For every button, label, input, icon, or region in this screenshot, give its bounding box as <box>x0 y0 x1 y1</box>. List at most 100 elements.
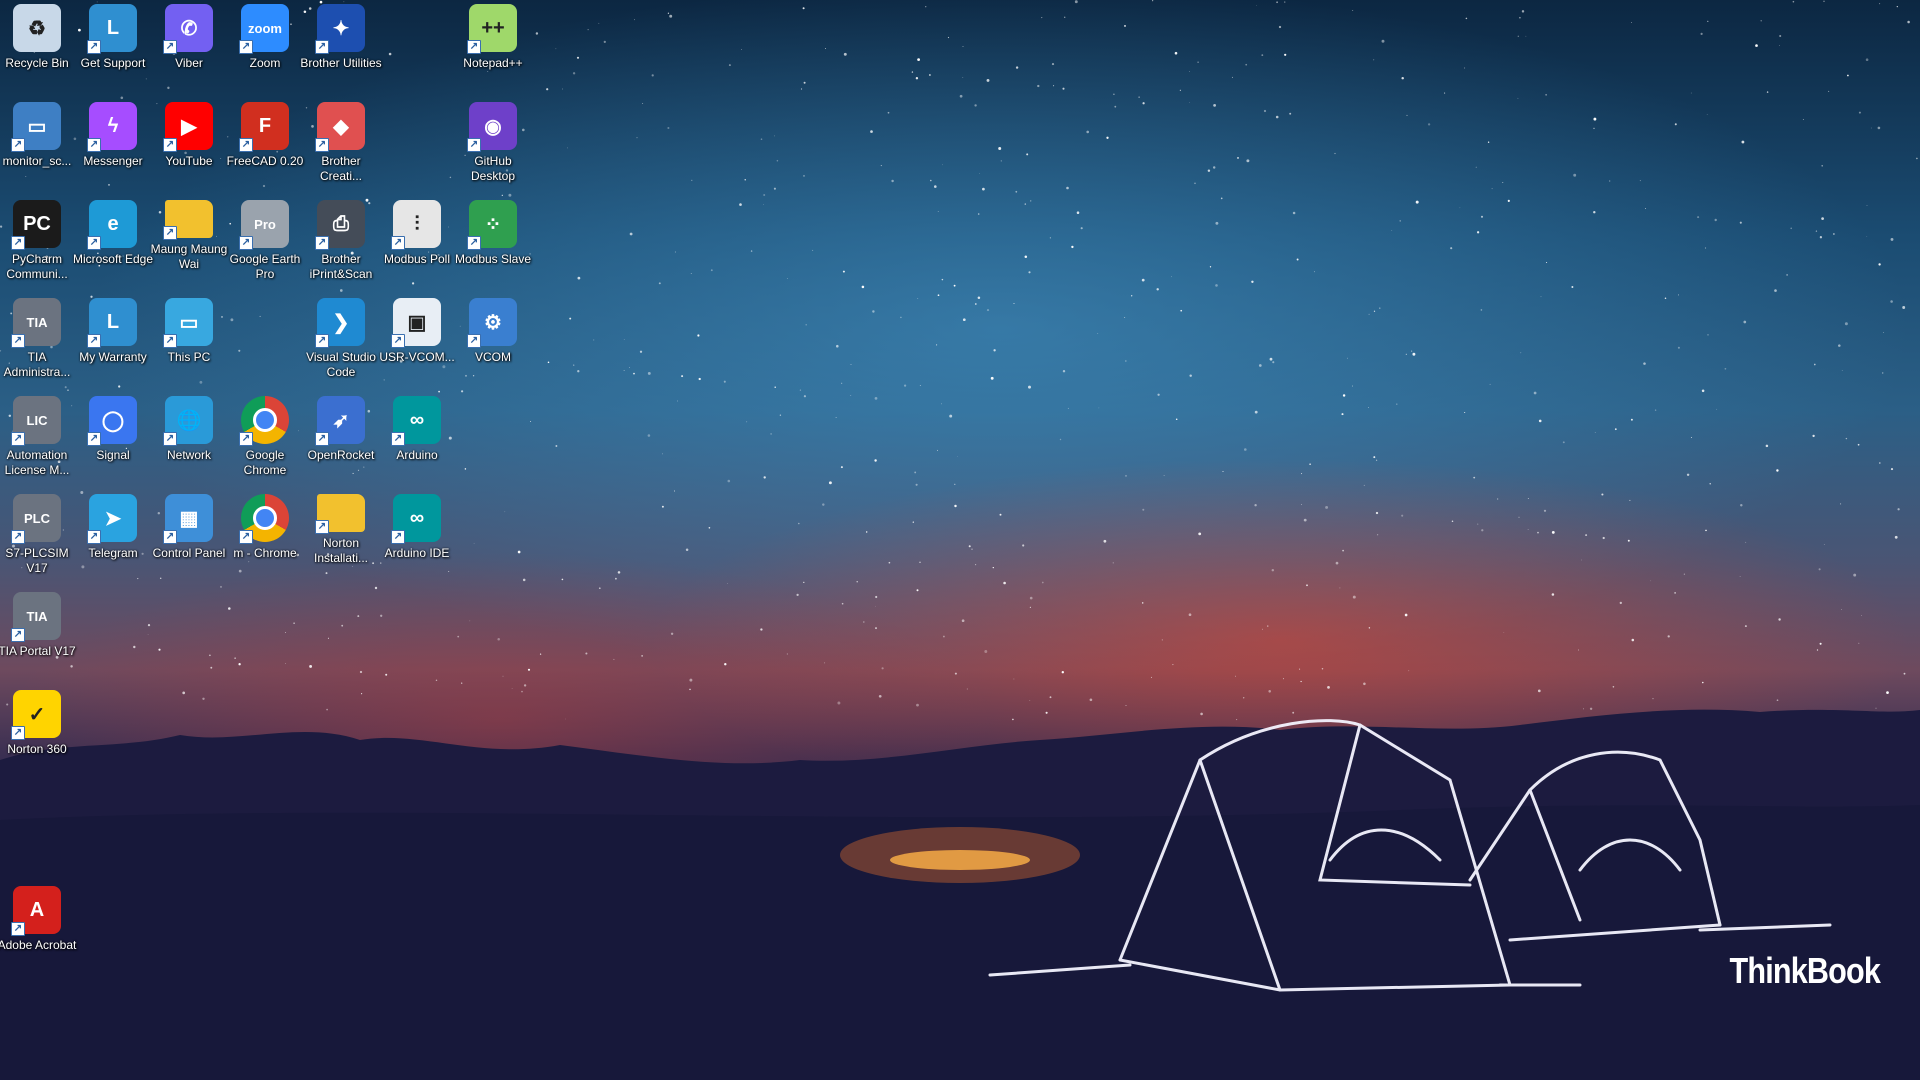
desktop-icon-my-warranty[interactable]: L ↗ My Warranty <box>76 298 150 365</box>
desktop-icon-google-chrome[interactable]: ↗ Google Chrome <box>228 396 302 478</box>
desktop-icon-brother-creative[interactable]: ◆ ↗ Brother Creati... <box>304 102 378 184</box>
desktop-icon-label: TIA Portal V17 <box>0 644 76 658</box>
youtube-icon-glyph: ▶ <box>181 115 197 138</box>
notepad-plus-plus-icon-glyph: ++ <box>481 16 505 39</box>
desktop-icon-label: TIA Administra... <box>3 350 71 379</box>
desktop-icon-label: Visual Studio Code <box>306 350 376 379</box>
desktop-icon-signal[interactable]: ◯ ↗ Signal <box>76 396 150 463</box>
desktop-icon-microsoft-edge[interactable]: e ↗ Microsoft Edge <box>73 200 153 267</box>
desktop-icon-control-panel[interactable]: ▦ ↗ Control Panel <box>152 494 226 561</box>
desktop-icon-openrocket[interactable]: ➶ ↗ OpenRocket <box>304 396 378 463</box>
shortcut-arrow-icon: ↗ <box>239 138 253 152</box>
desktop-icon-folder[interactable]: ↗ Maung Maung Wai <box>151 200 227 272</box>
desktop-icon-norton-360[interactable]: ✓ ↗ Norton 360 <box>0 690 74 757</box>
desktop-icon-folder[interactable]: ↗ Norton Installati... <box>304 494 378 566</box>
desktop-icon-adobe-acrobat[interactable]: A ↗ Adobe Acrobat <box>0 886 76 953</box>
desktop-icon-label: Notepad++ <box>463 56 523 70</box>
desktop-icon-vscode[interactable]: ❯ ↗ Visual Studio Code <box>304 298 378 380</box>
desktop-icon-this-pc[interactable]: ▭ ↗ This PC <box>152 298 226 365</box>
pycharm-icon-glyph: PC <box>23 212 51 235</box>
desktop-icon-vcom[interactable]: ⚙ ↗ VCOM <box>456 298 530 365</box>
desktop-icon-label: Brother Utilities <box>300 56 382 70</box>
brother-creative-icon: ◆ ↗ <box>315 102 365 152</box>
desktop-icon-monitor-screenshot[interactable]: ▭ ↗ monitor_sc... <box>0 102 74 169</box>
shortcut-arrow-icon: ↗ <box>163 138 177 152</box>
desktop-icon-modbus-slave[interactable]: ⁘ ↗ Modbus Slave <box>455 200 531 267</box>
shortcut-arrow-icon: ↗ <box>11 628 25 642</box>
desktop-icon-recycle-bin[interactable]: ♻ Recycle Bin <box>0 4 74 71</box>
desktop-icon-tia-admin[interactable]: TIA ↗ TIA Administra... <box>0 298 74 380</box>
arduino-icon-glyph: ∞ <box>409 408 425 431</box>
microsoft-edge-icon-glyph: e <box>107 212 119 235</box>
desktop-icon-get-support[interactable]: L ↗ Get Support <box>76 4 150 71</box>
github-desktop-icon-glyph: ◉ <box>484 115 502 138</box>
modbus-poll-icon-glyph: ⫶ <box>414 212 420 235</box>
desktop-icon-label: GitHub Desktop <box>470 154 516 183</box>
desktop-icon-label: Telegram <box>88 546 138 560</box>
zoom-icon-glyph: zoom <box>248 20 282 36</box>
desktop-icon-telegram[interactable]: ➤ ↗ Telegram <box>76 494 150 561</box>
desktop-icon-google-earth-pro[interactable]: Pro ↗ Google Earth Pro <box>228 200 302 282</box>
messenger-icon-glyph: ϟ <box>107 114 119 137</box>
usr-vcom-icon: ▣ ↗ <box>391 298 441 348</box>
desktop-icon-label: USR-VCOM... <box>379 350 455 364</box>
desktop-icon-label: monitor_sc... <box>2 154 72 168</box>
desktop-icon-label: YouTube <box>165 154 213 168</box>
desktop-icon-messenger[interactable]: ϟ ↗ Messenger <box>76 102 150 169</box>
desktop-icon-label: Signal <box>96 448 130 462</box>
shortcut-arrow-icon: ↗ <box>315 40 329 54</box>
shortcut-arrow-icon: ↗ <box>467 138 481 152</box>
desktop-icon-brother-utilities[interactable]: ✦ ↗ Brother Utilities <box>300 4 382 71</box>
desktop-icon-label: FreeCAD 0.20 <box>226 154 304 168</box>
desktop-icon-automation-license[interactable]: LIC ↗ Automation License M... <box>0 396 74 478</box>
desktop-icon-modbus-poll[interactable]: ⫶ ↗ Modbus Poll <box>380 200 454 267</box>
desktop-icon-network[interactable]: 🌐 ↗ Network <box>152 396 226 463</box>
plcsim-icon-glyph: PLC <box>24 510 50 526</box>
shortcut-arrow-icon: ↗ <box>87 530 101 544</box>
desktop-icon-label: Google Earth Pro <box>229 252 301 281</box>
shortcut-arrow-icon: ↗ <box>11 530 25 544</box>
desktop-icon-label: Modbus Slave <box>454 252 532 266</box>
shortcut-arrow-icon: ↗ <box>315 432 329 446</box>
desktop-icon-zoom[interactable]: zoom ↗ Zoom <box>228 4 302 71</box>
desktop-icon-plcsim[interactable]: PLC ↗ S7-PLCSIM V17 <box>0 494 74 576</box>
desktop-icon-label: Arduino <box>396 448 438 462</box>
arduino-ide-icon: ∞ ↗ <box>391 494 441 544</box>
zoom-icon: zoom ↗ <box>239 4 289 54</box>
desktop-icon-usr-vcom[interactable]: ▣ ↗ USR-VCOM... <box>379 298 455 365</box>
desktop-icon-arduino-ide[interactable]: ∞ ↗ Arduino IDE <box>380 494 454 561</box>
microsoft-edge-icon: e ↗ <box>87 200 137 250</box>
shortcut-arrow-icon: ↗ <box>163 226 177 240</box>
brother-utilities-icon: ✦ ↗ <box>315 4 365 54</box>
shortcut-arrow-icon: ↗ <box>87 432 101 446</box>
signal-icon: ◯ ↗ <box>87 396 137 446</box>
viber-icon-glyph: ✆ <box>180 17 198 40</box>
desktop-icon-youtube[interactable]: ▶ ↗ YouTube <box>152 102 226 169</box>
pycharm-icon: PC ↗ <box>11 200 61 250</box>
folder-icon: ↗ <box>315 494 365 534</box>
desktop-icon-viber[interactable]: ✆ ↗ Viber <box>152 4 226 71</box>
desktop-icon-label: Google Chrome <box>243 448 287 477</box>
openrocket-icon-glyph: ➶ <box>332 409 350 432</box>
desktop-icon-label: This PC <box>167 350 211 364</box>
desktop-icon-github-desktop[interactable]: ◉ ↗ GitHub Desktop <box>456 102 530 184</box>
shortcut-arrow-icon: ↗ <box>11 726 25 740</box>
freecad-icon: F ↗ <box>239 102 289 152</box>
shortcut-arrow-icon: ↗ <box>11 138 25 152</box>
desktop-icon-pycharm[interactable]: PC ↗ PyCharm Communi... <box>0 200 74 282</box>
vcom-icon-glyph: ⚙ <box>484 311 502 334</box>
desktop-icon-freecad[interactable]: F ↗ FreeCAD 0.20 <box>227 102 303 169</box>
desktop-icon-chrome-profile[interactable]: ↗ m - Chrome <box>228 494 302 561</box>
desktop-icon-label: Recycle Bin <box>5 56 69 70</box>
desktop-icon-arduino[interactable]: ∞ ↗ Arduino <box>380 396 454 463</box>
desktop-icon-label: Norton Installati... <box>313 536 369 565</box>
desktop-icon-notepad-plus-plus[interactable]: ++ ↗ Notepad++ <box>456 4 530 71</box>
desktop-icon-tia-portal[interactable]: TIA ↗ TIA Portal V17 <box>0 592 76 659</box>
desktop-icon-label: Get Support <box>80 56 146 70</box>
my-warranty-icon: L ↗ <box>87 298 137 348</box>
viber-icon: ✆ ↗ <box>163 4 213 54</box>
thinkbook-logo: ThinkBook <box>1729 950 1881 991</box>
shortcut-arrow-icon: ↗ <box>315 138 329 152</box>
desktop-icon-brother-iprint-scan[interactable]: ⎙ ↗ Brother iPrint&Scan <box>304 200 378 282</box>
tia-admin-icon: TIA ↗ <box>11 298 61 348</box>
